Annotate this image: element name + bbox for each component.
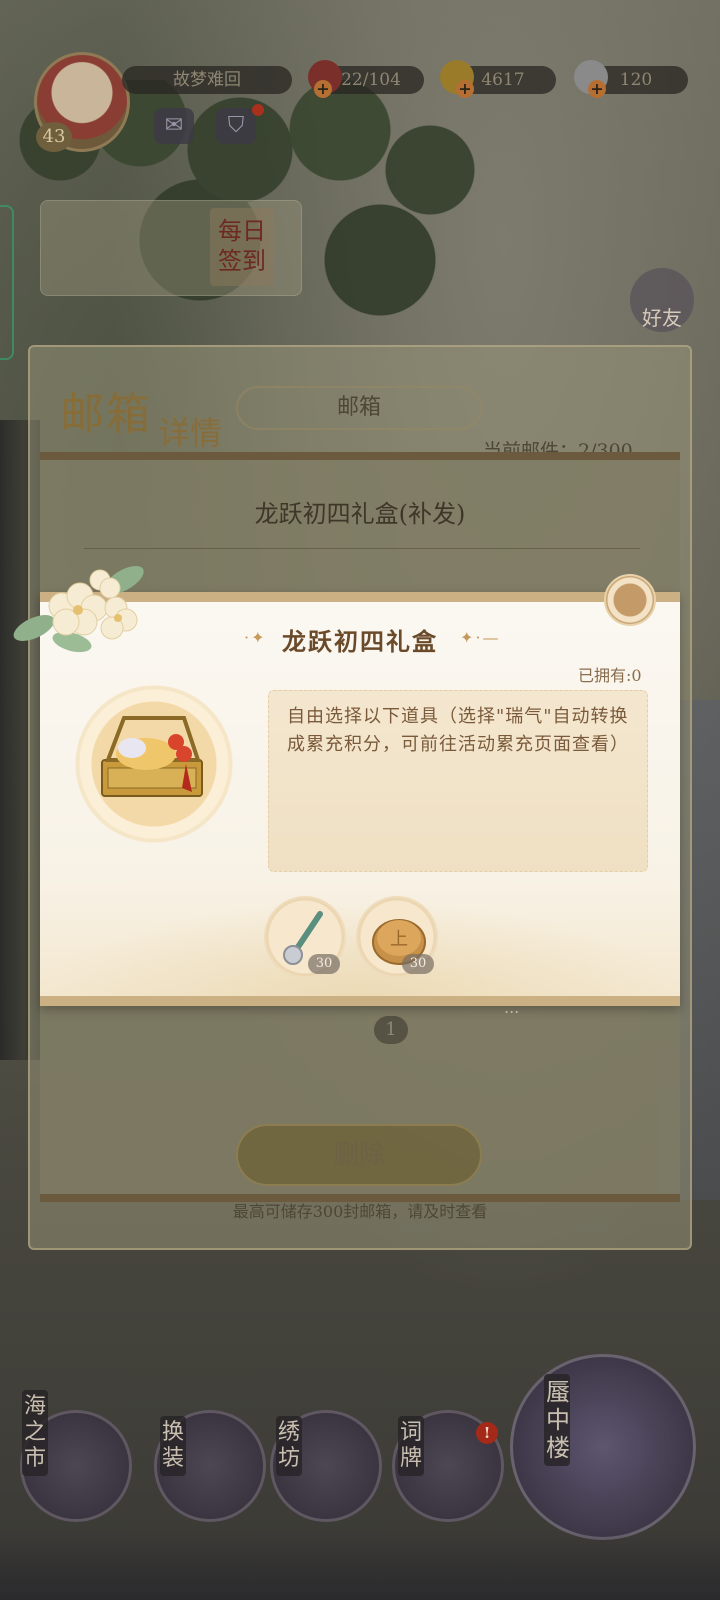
player-name: 故梦难回 [122,66,292,94]
reward-count-coin: 30 [402,954,434,974]
nav-tower-label: 蜃中楼 [544,1374,570,1466]
mailbox-subtitle: 详情 [158,414,223,452]
mailbox-tab[interactable]: 邮箱 [236,386,482,430]
nav-embroidery-label: 绣坊 [276,1416,302,1476]
daily-signin-label[interactable]: 每日签到 [210,208,274,286]
mail-detail-title: 龙跃初四礼盒(补发) [254,500,466,528]
player-level-badge: 43 [36,122,72,152]
mailbox-capacity-note: 最高可储存300封邮箱，请及时查看 [232,1202,488,1221]
item-description: 自由选择以下道具（选择"瑞气"自动转换成累充积分，可前往活动累充页面查看） [268,690,648,872]
side-panel-edge[interactable] [0,205,14,360]
gold-add-button[interactable]: + [456,80,474,98]
nav-lyrics-label: 词牌 [398,1416,424,1476]
delete-button[interactable]: 删除 [236,1124,482,1186]
nav-sea-market-label: 海之市 [22,1390,48,1476]
stamina-add-button[interactable]: + [314,80,332,98]
close-icon[interactable] [604,574,656,626]
nav-dress-label: 换装 [160,1416,186,1476]
bottom-bar [0,1530,720,1600]
friends-button[interactable]: 好友 [630,268,694,332]
popup-title: 龙跃初四礼盒 [282,627,438,656]
pearl-add-button[interactable]: + [588,80,606,98]
title-ornament-right: ✦·— [460,628,501,647]
attachment-count: 1 [374,1016,408,1044]
svg-text:上: 上 [390,929,408,950]
nav-tower-button[interactable] [510,1354,696,1540]
lyrics-alert-badge: ! [476,1422,498,1444]
mailbox-title: 邮箱 [60,389,152,440]
guild-icon[interactable]: ⛉ [216,108,256,144]
mail-icon[interactable]: ✉ [154,108,194,144]
reward-count-hairpin: 30 [308,954,340,974]
notification-dot [252,104,264,116]
gift-box-icon [101,716,203,797]
owned-count: 已拥有:0 [578,666,642,685]
divider [84,548,640,549]
